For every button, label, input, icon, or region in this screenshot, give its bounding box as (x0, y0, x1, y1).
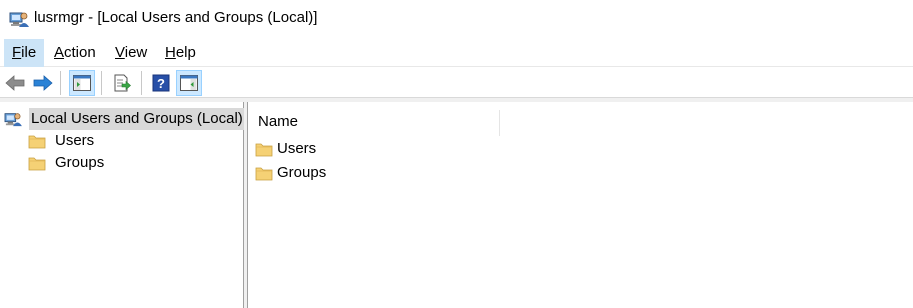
show-hide-console-tree-icon (73, 75, 91, 91)
tree-node-root[interactable]: Local Users and Groups (Local) (4, 108, 245, 130)
help-icon: ? (152, 74, 170, 92)
forward-button[interactable] (30, 70, 56, 96)
menu-view-label: iew (124, 44, 148, 61)
toolbar-separator (101, 71, 102, 95)
toolbar: ? (0, 68, 913, 98)
window-title: lusrmgr - [Local Users and Groups (Local… (34, 9, 318, 26)
svg-text:?: ? (157, 76, 165, 91)
menu-file-label: ile (21, 44, 37, 61)
menu-action[interactable]: Action (46, 39, 104, 67)
show-hide-action-pane-icon (180, 75, 198, 91)
folder-icon (255, 167, 273, 181)
tree-node-label: Groups (55, 154, 105, 171)
menu-help-accel: H (165, 44, 176, 61)
menu-file-accel: F (12, 44, 22, 61)
toolbar-separator (60, 71, 61, 95)
folder-icon (28, 135, 46, 149)
column-header-name[interactable]: Name (249, 110, 500, 136)
computer-users-icon (4, 113, 22, 127)
folder-icon (28, 157, 46, 171)
toolbar-separator (141, 71, 142, 95)
folder-icon (255, 143, 273, 157)
menu-help[interactable]: Help (157, 39, 204, 67)
pane-splitter[interactable] (244, 102, 248, 308)
computer-users-icon (9, 12, 29, 27)
back-button[interactable] (2, 70, 28, 96)
menu-bar: File Action View Help (0, 39, 913, 67)
tree-node-label: Local Users and Groups (Local) (29, 108, 245, 130)
menu-action-label: ction (64, 44, 96, 61)
list-item-label: Groups (277, 164, 327, 181)
show-hide-action-pane-button[interactable] (176, 70, 202, 96)
console-tree-pane: Local Users and Groups (Local) Users Gro… (0, 102, 245, 308)
menu-file[interactable]: File (4, 39, 45, 67)
menu-view-accel: V (115, 44, 125, 61)
show-hide-console-tree-button[interactable] (69, 70, 95, 96)
menu-help-label: elp (175, 44, 196, 61)
menu-action-accel: A (54, 44, 65, 61)
menu-view[interactable]: View (107, 39, 155, 67)
export-list-button[interactable] (109, 70, 135, 96)
column-header-label: Name (258, 113, 299, 130)
title-bar: lusrmgr - [Local Users and Groups (Local… (0, 0, 913, 38)
back-arrow-icon (5, 75, 25, 91)
result-list-pane: Name Users Groups (249, 102, 913, 308)
help-button[interactable]: ? (148, 70, 174, 96)
tree-node-label: Users (55, 132, 95, 149)
export-list-icon (114, 74, 131, 92)
forward-arrow-icon (33, 75, 53, 91)
list-item-label: Users (277, 140, 317, 157)
